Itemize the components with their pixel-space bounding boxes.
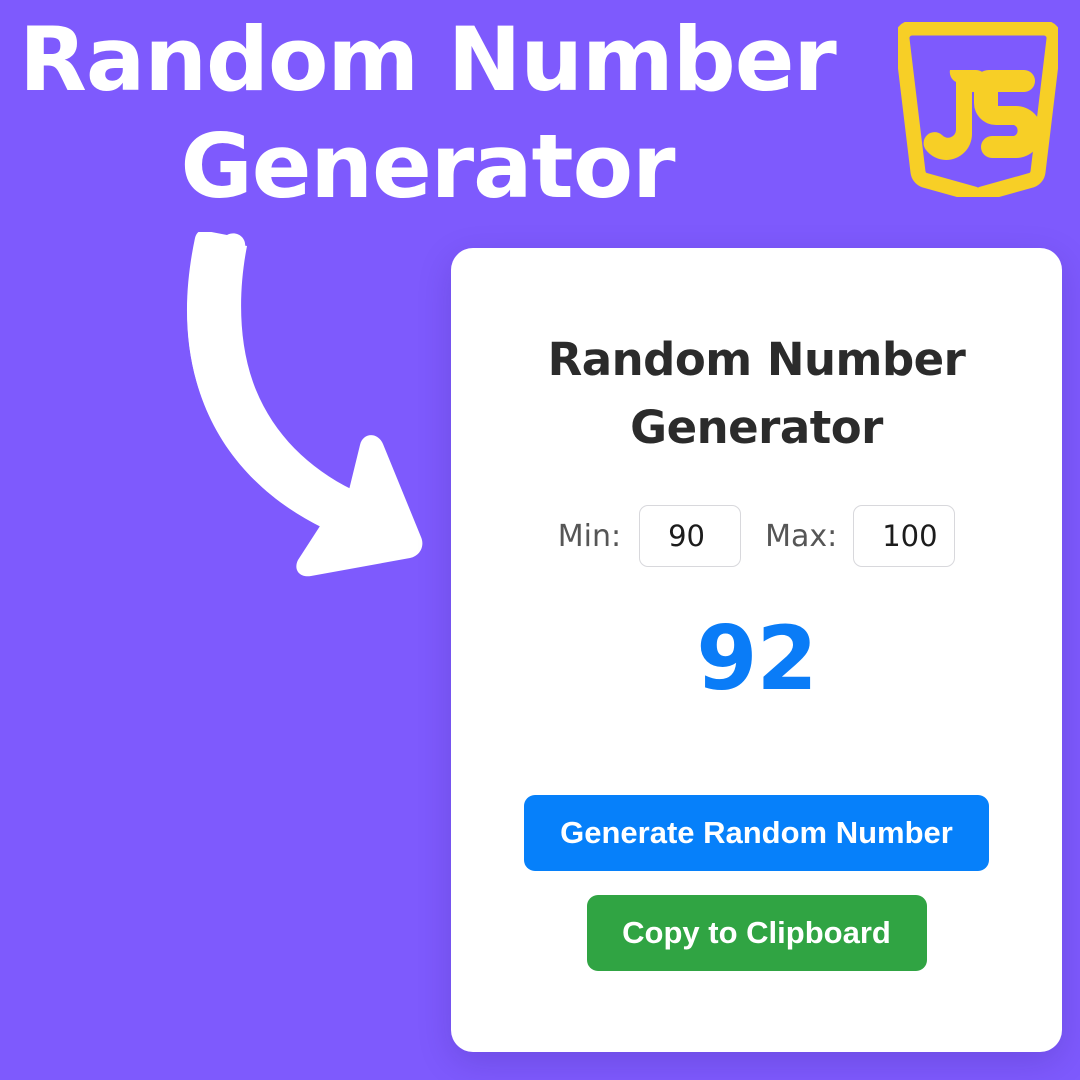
card-title-line-1: Random Number [547, 333, 966, 386]
card-title-line-2: Generator [630, 400, 883, 454]
javascript-logo-icon [894, 20, 1062, 203]
result-number: 92 [696, 607, 817, 710]
promo-headline-line-1: Random Number [19, 8, 837, 111]
card-title: Random Number Generator [497, 326, 1016, 461]
promo-headline-line-2: Generator [180, 115, 676, 219]
random-number-generator-card: Random Number Generator Min: Max: 92 Gen… [451, 248, 1062, 1052]
min-input[interactable] [639, 505, 742, 567]
generate-random-number-button[interactable]: Generate Random Number [524, 795, 989, 871]
curved-down-right-arrow-icon [148, 230, 458, 584]
action-button-stack: Generate Random Number Copy to Clipboard [497, 795, 1016, 971]
range-inputs-row: Min: Max: [497, 505, 1016, 567]
promo-headline: Random Number Generator [0, 6, 855, 221]
min-label: Min: [557, 518, 622, 554]
copy-to-clipboard-button[interactable]: Copy to Clipboard [586, 895, 927, 971]
max-input[interactable] [853, 505, 956, 567]
max-label: Max: [765, 518, 838, 554]
